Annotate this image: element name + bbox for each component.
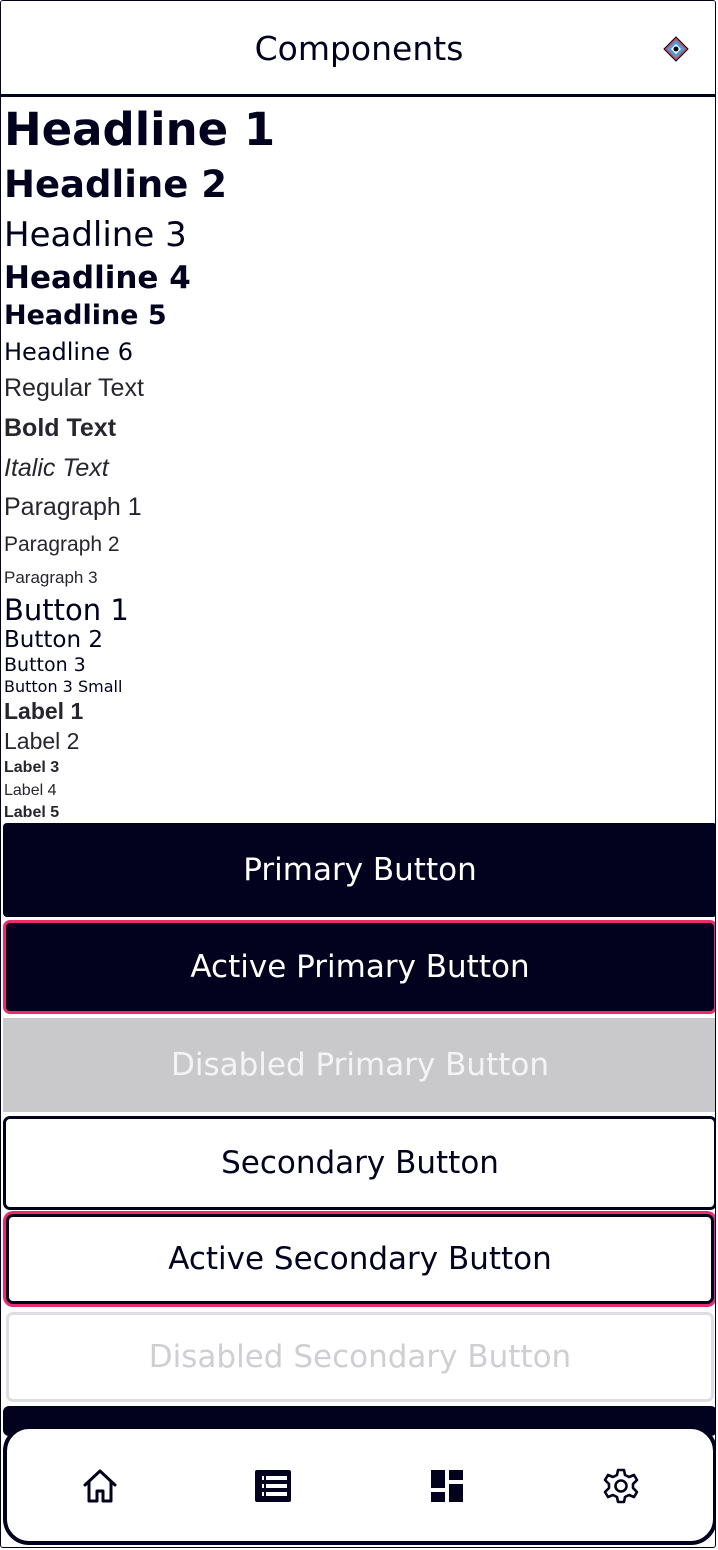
app-logo-icon[interactable] <box>663 36 689 62</box>
paragraph-2-sample: Paragraph 2 <box>4 533 120 556</box>
disabled-secondary-button-label: Disabled Secondary Button <box>148 1339 572 1375</box>
label-1-sample: Label 1 <box>4 698 84 724</box>
headline-2-sample: Headline 2 <box>4 163 227 206</box>
paragraph-1-sample: Paragraph 1 <box>4 493 142 521</box>
button-1-sample: Button 1 <box>4 593 129 627</box>
label-3-sample: Label 3 <box>4 759 60 776</box>
italic-text-sample: Italic Text <box>4 454 109 482</box>
headline-1-sample: Headline 1 <box>4 103 276 156</box>
label-2-sample: Label 2 <box>4 728 80 754</box>
disabled-primary-button-label: Disabled Primary Button <box>170 1047 549 1083</box>
regular-text-sample: Regular Text <box>4 374 144 402</box>
nav-dashboard-button[interactable] <box>422 1461 472 1511</box>
page-title: Components <box>254 29 464 68</box>
nav-home-button[interactable] <box>75 1461 125 1511</box>
app-screen: Components Headline 1 Headline 2 Headlin… <box>0 0 716 1548</box>
active-secondary-button[interactable]: Active Secondary Button <box>6 1214 714 1304</box>
headline-6-sample: Headline 6 <box>4 338 133 366</box>
headline-5-sample: Headline 5 <box>4 300 167 331</box>
label-5-sample: Label 5 <box>4 804 60 821</box>
active-secondary-button-label: Active Secondary Button <box>168 1241 552 1277</box>
secondary-button-label: Secondary Button <box>221 1145 499 1181</box>
secondary-button[interactable]: Secondary Button <box>3 1116 715 1210</box>
primary-button[interactable]: Primary Button <box>3 823 715 917</box>
settings-gear-icon <box>603 1468 639 1504</box>
list-icon <box>255 1470 291 1502</box>
button-3-small-sample: Button 3 Small <box>4 677 123 696</box>
disabled-primary-button: Disabled Primary Button <box>3 1018 715 1112</box>
dashboard-icon <box>431 1470 463 1502</box>
nav-settings-button[interactable] <box>596 1461 646 1511</box>
headline-4-sample: Headline 4 <box>4 260 191 296</box>
nav-list-button[interactable] <box>248 1461 298 1511</box>
headline-3-sample: Headline 3 <box>4 215 187 255</box>
button-2-sample: Button 2 <box>4 627 103 653</box>
app-header: Components <box>1 1 715 97</box>
paragraph-3-sample: Paragraph 3 <box>4 568 98 587</box>
active-primary-button[interactable]: Active Primary Button <box>3 920 715 1014</box>
bold-text-sample: Bold Text <box>4 414 117 442</box>
button-3-sample: Button 3 <box>4 654 86 676</box>
home-icon <box>83 1469 117 1503</box>
bottom-navigation <box>3 1425 715 1545</box>
active-primary-button-label: Active Primary Button <box>190 949 530 985</box>
label-4-sample: Label 4 <box>4 782 57 799</box>
primary-button-label: Primary Button <box>243 852 477 888</box>
disabled-secondary-button: Disabled Secondary Button <box>6 1312 714 1402</box>
